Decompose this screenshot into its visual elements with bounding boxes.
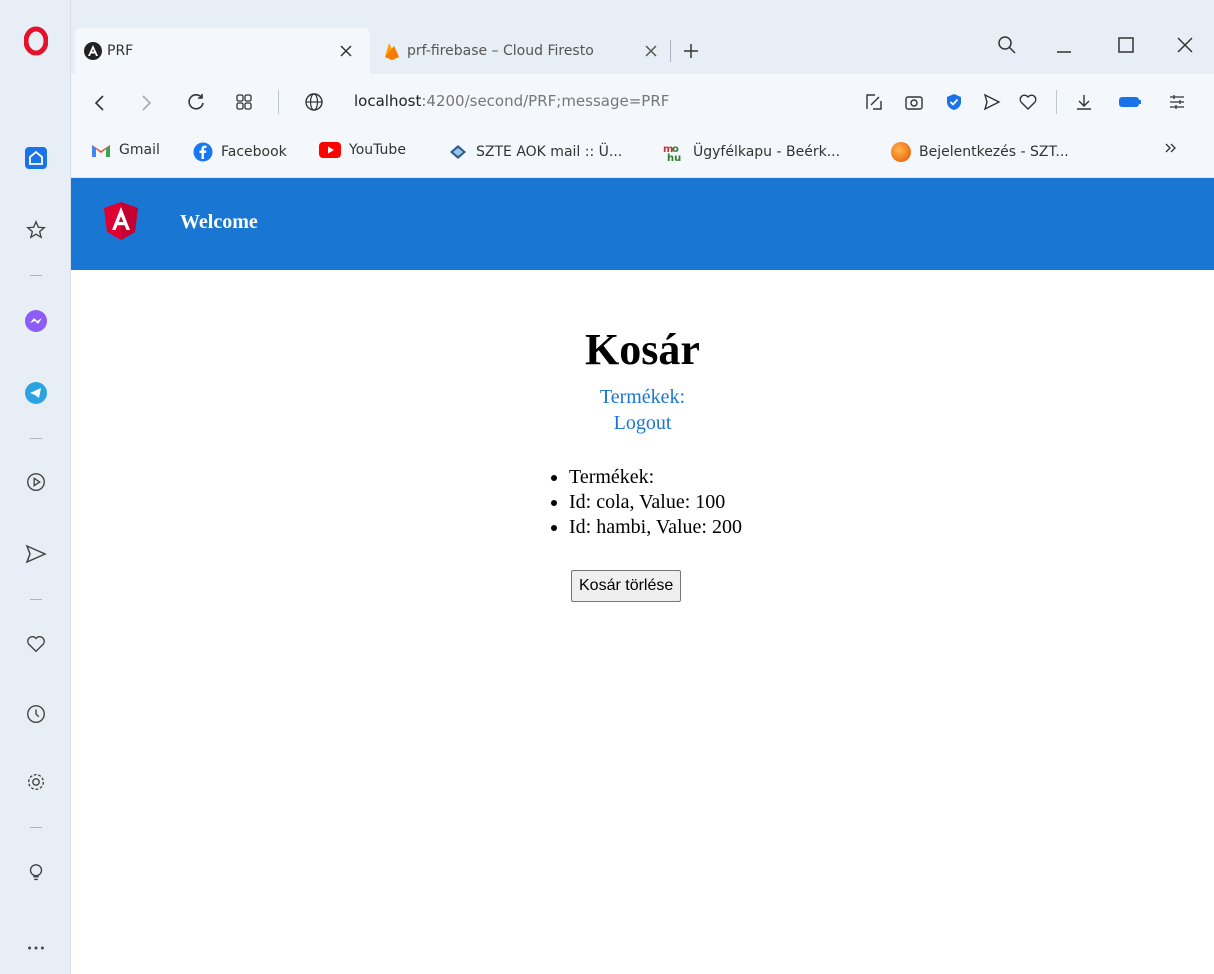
products-link[interactable]: Termékek: xyxy=(71,386,1214,409)
logout-link[interactable]: Logout xyxy=(71,412,1214,435)
list-item: Termékek: xyxy=(569,465,742,490)
bookmark-label: Gmail xyxy=(119,142,160,158)
close-tab-icon[interactable] xyxy=(339,28,353,74)
web-page: Welcome Kosár Termékek: Logout Termékek:… xyxy=(71,178,1214,974)
angular-favicon-icon xyxy=(84,42,102,60)
history-clock-icon[interactable] xyxy=(20,698,52,730)
page-title: Kosár xyxy=(585,325,700,374)
settings-gear-icon[interactable] xyxy=(20,766,52,798)
facebook-icon xyxy=(193,142,213,162)
url-field[interactable]: localhost:4200/second/PRF;message=PRF xyxy=(354,92,669,110)
player-icon[interactable] xyxy=(20,466,52,498)
close-tab-icon[interactable] xyxy=(644,28,658,74)
home-icon[interactable] xyxy=(20,142,52,174)
ugyfelkapu-icon: mohu xyxy=(663,144,681,162)
heart-icon[interactable] xyxy=(20,628,52,660)
mail-icon xyxy=(450,145,466,159)
bookmark-szte-mail[interactable]: SZTE AOK mail :: Ü... xyxy=(448,142,622,162)
globe-icon[interactable] xyxy=(304,92,324,112)
youtube-icon xyxy=(319,142,341,158)
forward-icon[interactable] xyxy=(137,94,155,112)
orange-circle-icon xyxy=(891,142,911,162)
sidebar-separator xyxy=(30,438,42,439)
address-divider xyxy=(278,90,279,114)
send-icon[interactable] xyxy=(20,538,52,570)
telegram-icon[interactable] xyxy=(20,377,52,409)
bookmark-label: Facebook xyxy=(221,144,287,160)
edit-page-icon[interactable] xyxy=(864,92,884,112)
bookmark-label: SZTE AOK mail :: Ü... xyxy=(476,144,623,160)
bookmark-bejelentkezes[interactable]: Bejelentkezés - SZT... xyxy=(891,142,1069,162)
new-tab-plus-icon[interactable] xyxy=(682,28,700,74)
bookmark-heart-icon[interactable] xyxy=(1018,92,1038,112)
firebase-icon xyxy=(385,43,399,60)
bookmark-facebook[interactable]: Facebook xyxy=(193,142,287,162)
bookmark-gmail[interactable]: Gmail xyxy=(91,142,160,158)
tab-snapshot-grid-icon[interactable] xyxy=(235,93,253,111)
more-bookmarks-icon[interactable] xyxy=(1163,140,1179,156)
toolbar-divider xyxy=(1056,90,1057,114)
list-item: Id: cola, Value: 100 xyxy=(569,490,742,515)
bookmark-label: Ügyfélkapu - Beérk... xyxy=(693,144,841,160)
url-host: localhost xyxy=(354,92,422,110)
cart-item-list: Termékek: Id: cola, Value: 100 Id: hambi… xyxy=(541,465,742,540)
app-toolbar: Welcome xyxy=(71,178,1214,270)
back-icon[interactable] xyxy=(91,94,109,112)
speed-dial-star-icon[interactable] xyxy=(20,214,52,246)
opera-sidebar xyxy=(0,0,71,974)
tab-title: PRF xyxy=(107,43,134,59)
tab-firebase[interactable]: prf-firebase – Cloud Firesto xyxy=(383,28,612,74)
easy-setup-sliders-icon[interactable] xyxy=(1167,92,1187,112)
sidebar-separator xyxy=(30,275,42,276)
sidebar-separator xyxy=(30,827,42,828)
bookmark-label: Bejelentkezés - SZT... xyxy=(919,144,1069,160)
tab-divider xyxy=(670,28,671,74)
list-item: Id: hambi, Value: 200 xyxy=(569,515,742,540)
adblock-shield-icon[interactable] xyxy=(944,92,964,112)
sidebar-separator xyxy=(30,599,42,600)
download-icon[interactable] xyxy=(1074,92,1094,112)
svg-text:hu: hu xyxy=(667,153,681,162)
lightbulb-icon[interactable] xyxy=(20,857,52,889)
url-path: :4200/second/PRF;message=PRF xyxy=(421,92,670,110)
minimize-icon[interactable] xyxy=(1055,22,1073,68)
bookmarks-bar: Gmail Facebook YouTube SZTE AOK mail :: … xyxy=(71,132,1214,178)
angular-logo-icon xyxy=(104,202,138,240)
camera-snapshot-icon[interactable] xyxy=(904,92,924,112)
bookmark-youtube[interactable]: YouTube xyxy=(319,142,406,158)
close-window-icon[interactable] xyxy=(1176,22,1194,68)
browser-window: PRF prf-firebase – Cloud Firesto localho… xyxy=(0,0,1214,974)
send-flow-icon[interactable] xyxy=(982,92,1002,112)
bookmark-ugyfelkapu[interactable]: m o hu Ügyfélkapu - Beérk... xyxy=(663,142,840,162)
reload-icon[interactable] xyxy=(186,92,206,112)
tab-title: prf-firebase – Cloud Firesto xyxy=(407,43,594,59)
tab-bar: PRF prf-firebase – Cloud Firesto xyxy=(71,0,1214,74)
address-bar-row: localhost:4200/second/PRF;message=PRF xyxy=(71,74,1214,132)
toolbar-title: Welcome xyxy=(180,211,258,233)
maximize-icon[interactable] xyxy=(1117,22,1135,68)
battery-saver-icon[interactable] xyxy=(1118,95,1142,109)
tab-prf-content[interactable]: PRF xyxy=(83,28,133,74)
bookmark-label: YouTube xyxy=(349,142,406,158)
search-tabs-icon[interactable] xyxy=(997,22,1017,68)
messenger-icon[interactable] xyxy=(20,305,52,337)
clear-cart-button[interactable]: Kosár törlése xyxy=(571,570,682,602)
opera-logo-icon[interactable] xyxy=(24,26,48,56)
gmail-icon xyxy=(92,145,110,157)
more-dots-icon[interactable] xyxy=(20,932,52,964)
